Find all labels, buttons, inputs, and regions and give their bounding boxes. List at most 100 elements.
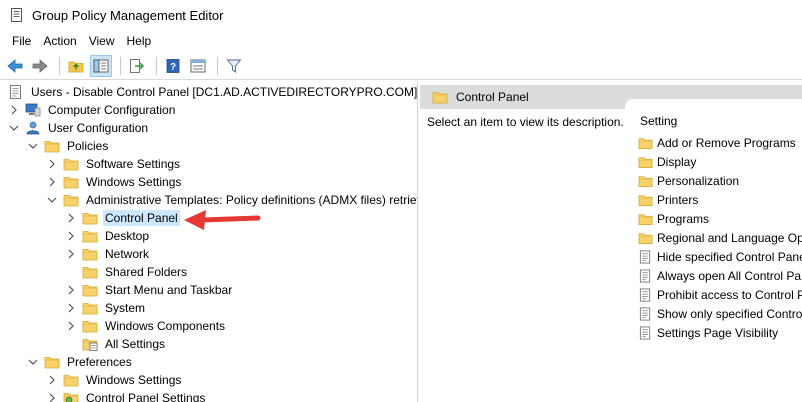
tree-item-desktop[interactable]: Desktop <box>65 227 151 245</box>
list-item-label: Prohibit access to Control P <box>657 288 802 302</box>
list-item[interactable]: Show only specified Contro <box>638 305 802 323</box>
filter-icon <box>226 59 242 73</box>
settings-list[interactable]: Setting Add or Remove Programs Display P… <box>625 99 802 402</box>
tree-item-network[interactable]: Network <box>65 245 151 263</box>
tree-label-control-panel: Control Panel <box>103 210 180 226</box>
list-item-label: Display <box>657 155 697 169</box>
folder-icon <box>82 211 98 225</box>
export-list-icon <box>130 58 144 73</box>
details-pane[interactable]: Control Panel Select an item to view its… <box>420 81 802 402</box>
chevron-right-icon[interactable] <box>46 176 58 188</box>
tree-item-preferences-windows-settings[interactable]: Windows Settings <box>46 371 183 389</box>
list-item-label: Programs <box>657 212 710 226</box>
menu-view[interactable]: View <box>83 32 121 50</box>
properties-icon <box>190 59 206 72</box>
tree-item-user-configuration[interactable]: User Configuration <box>8 119 150 137</box>
back-button[interactable] <box>4 55 26 77</box>
chevron-right-icon[interactable] <box>65 248 77 260</box>
tree-item-windows-settings[interactable]: Windows Settings <box>46 173 183 191</box>
details-description: Select an item to view its description. <box>427 115 624 129</box>
chevron-right-icon[interactable] <box>65 284 77 296</box>
tree-label-preferences-windows-settings: Windows Settings <box>86 373 182 387</box>
toolbar: ? <box>0 52 802 80</box>
list-item[interactable]: Printers <box>638 191 698 209</box>
tree-label-desktop: Desktop <box>105 229 150 243</box>
folder-icon <box>82 265 98 279</box>
policy-setting-icon <box>638 307 653 321</box>
folder-icon <box>432 90 448 104</box>
tree-item-control-panel-settings[interactable]: Control Panel Settings <box>46 389 207 402</box>
tree-item-windows-components[interactable]: Windows Components <box>65 317 227 335</box>
filter-button[interactable] <box>223 55 245 77</box>
policy-document-icon <box>8 85 24 99</box>
tree-item-software-settings[interactable]: Software Settings <box>46 155 182 173</box>
tree-label-computer-configuration: Computer Configuration <box>48 103 176 117</box>
chevron-down-icon[interactable] <box>46 194 58 206</box>
tree-item-all-settings[interactable]: All Settings <box>65 335 167 353</box>
tree-item-shared-folders[interactable]: Shared Folders <box>65 263 189 281</box>
tree-label-policies: Policies <box>67 139 109 153</box>
list-item-label: Personalization <box>657 174 740 188</box>
folder-icon <box>638 174 653 188</box>
chevron-right-icon[interactable] <box>65 320 77 332</box>
menu-file[interactable]: File <box>6 32 37 50</box>
annotation-arrow <box>184 210 261 230</box>
tree-label-root: Users - Disable Control Panel [DC1.AD.AC… <box>31 85 418 99</box>
chevron-right-icon[interactable] <box>65 230 77 242</box>
list-item[interactable]: Hide specified Control Pane <box>638 248 802 266</box>
policy-setting-icon <box>638 250 653 264</box>
list-item[interactable]: Display <box>638 153 696 171</box>
chevron-right-icon[interactable] <box>8 104 20 116</box>
tree-label-control-panel-settings: Control Panel Settings <box>86 391 206 402</box>
chevron-right-icon[interactable] <box>46 158 58 170</box>
list-item[interactable]: Always open All Control Pa <box>638 267 801 285</box>
tree-label-software-settings: Software Settings <box>86 157 181 171</box>
show-hide-console-tree-button[interactable] <box>90 54 112 77</box>
forward-button[interactable] <box>29 55 51 77</box>
help-icon: ? <box>166 58 180 73</box>
list-item[interactable]: Regional and Language Opt <box>638 229 802 247</box>
list-item[interactable]: Programs <box>638 210 709 228</box>
folder-icon <box>638 212 653 226</box>
tree-root[interactable]: Users - Disable Control Panel [DC1.AD.AC… <box>8 83 418 101</box>
folder-icon <box>44 355 60 369</box>
chevron-right-icon[interactable] <box>46 392 58 402</box>
details-header-title: Control Panel <box>456 90 529 104</box>
menu-bar: File Action View Help <box>0 30 802 52</box>
chevron-down-icon[interactable] <box>27 140 39 152</box>
help-button[interactable]: ? <box>162 55 184 77</box>
list-item-label: Show only specified Contro <box>657 307 802 321</box>
properties-button[interactable] <box>187 55 209 77</box>
menu-help[interactable]: Help <box>121 32 158 50</box>
folder-icon <box>638 136 653 150</box>
tree-label-shared-folders: Shared Folders <box>105 265 188 279</box>
list-item[interactable]: Settings Page Visibility <box>638 324 778 342</box>
column-header-setting[interactable]: Setting <box>640 114 677 128</box>
chevron-right-icon[interactable] <box>46 374 58 386</box>
folder-icon <box>82 247 98 261</box>
chevron-down-icon[interactable] <box>27 356 39 368</box>
list-item[interactable]: Personalization <box>638 172 739 190</box>
console-tree-pane[interactable]: Users - Disable Control Panel [DC1.AD.AC… <box>0 81 418 402</box>
tree-item-computer-configuration[interactable]: Computer Configuration <box>8 101 177 119</box>
title-bar: Group Policy Management Editor <box>0 0 802 30</box>
tree-item-preferences[interactable]: Preferences <box>27 353 134 371</box>
tree-item-policies[interactable]: Policies <box>27 137 110 155</box>
folder-icon <box>82 301 98 315</box>
export-list-button[interactable] <box>126 55 148 77</box>
folder-icon <box>638 231 653 245</box>
tree-item-system[interactable]: System <box>65 299 147 317</box>
folder-icon <box>82 229 98 243</box>
up-one-level-button[interactable] <box>65 55 87 77</box>
chevron-right-icon[interactable] <box>65 212 77 224</box>
list-item[interactable]: Prohibit access to Control P <box>638 286 802 304</box>
menu-action[interactable]: Action <box>37 32 82 50</box>
chevron-down-icon[interactable] <box>8 122 20 134</box>
folder-icon <box>82 319 98 333</box>
all-settings-icon <box>82 337 98 351</box>
tree-item-control-panel[interactable]: Control Panel <box>65 209 180 227</box>
list-item[interactable]: Add or Remove Programs <box>638 134 796 152</box>
tree-item-start-menu-and-taskbar[interactable]: Start Menu and Taskbar <box>65 281 234 299</box>
chevron-right-icon[interactable] <box>65 302 77 314</box>
up-folder-icon <box>68 61 84 72</box>
